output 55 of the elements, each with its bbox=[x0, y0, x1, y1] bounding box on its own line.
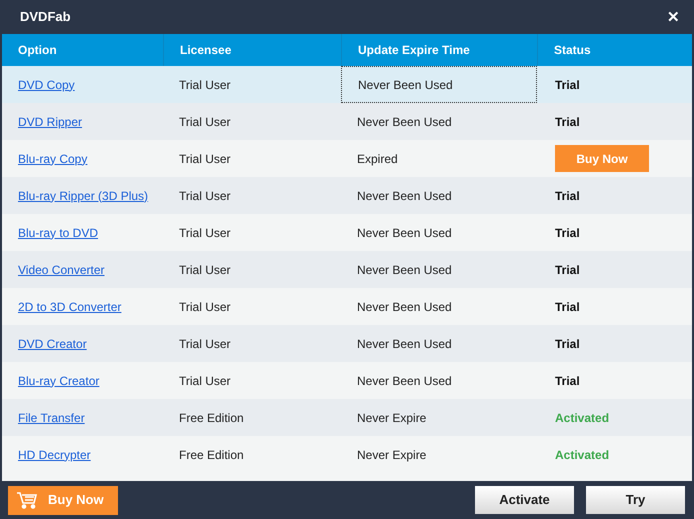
status-text: Trial bbox=[555, 224, 580, 242]
close-button[interactable]: ✕ bbox=[667, 10, 680, 24]
table-cell-text: Never Expire bbox=[356, 410, 428, 426]
status-text: Trial bbox=[555, 262, 580, 278]
table-cell-text: Never Expire bbox=[356, 446, 428, 464]
table-cell-text: Trial User bbox=[178, 188, 232, 204]
button-label: Buy Now bbox=[48, 491, 104, 510]
product-link[interactable]: Blu-ray Ripper (3D Plus) bbox=[18, 186, 148, 204]
product-link[interactable]: 2D to 3D Converter bbox=[18, 298, 122, 316]
product-link[interactable]: HD Decrypter bbox=[18, 446, 91, 464]
activate-button[interactable]: Activate bbox=[475, 486, 574, 514]
status-text: Trial bbox=[555, 114, 580, 130]
table-cell-text: Trial User bbox=[178, 262, 232, 278]
table-cell-text: Trial User bbox=[178, 150, 232, 168]
table-cell-text: Trial User bbox=[178, 372, 232, 390]
table-row[interactable]: DVD Copy Trial User Never Been Used Trial bbox=[2, 66, 692, 103]
status-text: Trial bbox=[555, 372, 580, 390]
table-cell-text: Never Been Used bbox=[356, 298, 453, 316]
product-link[interactable]: DVD Creator bbox=[18, 334, 87, 352]
status-text: Activated bbox=[555, 410, 610, 426]
table-row[interactable]: Blu-ray Ripper (3D Plus) Trial User Never Been Used Trial bbox=[2, 177, 692, 214]
window-title: DVDFab bbox=[20, 8, 71, 26]
table-cell-text: Trial User bbox=[178, 76, 232, 94]
product-link[interactable]: Blu-ray Creator bbox=[18, 372, 100, 390]
product-link[interactable]: DVD Ripper bbox=[18, 112, 82, 130]
try-button[interactable]: Try bbox=[586, 486, 685, 514]
table-cell-text: Never Been Used bbox=[356, 188, 453, 204]
product-link[interactable]: File Transfer bbox=[18, 408, 85, 426]
table-cell-text: Free Edition bbox=[178, 410, 245, 426]
table-cell-text: Trial User bbox=[178, 298, 232, 316]
table-row[interactable]: Video Converter Trial User Never Been Used Trial bbox=[2, 251, 692, 288]
status-text: Trial bbox=[555, 336, 580, 352]
product-link[interactable]: Video Converter bbox=[18, 260, 104, 278]
product-link[interactable]: DVD Copy bbox=[18, 76, 75, 94]
status-text: Activated bbox=[555, 446, 610, 464]
status-text: Trial bbox=[555, 298, 580, 316]
table-cell-text: Trial User bbox=[178, 336, 232, 352]
table-row[interactable]: DVD Creator Trial User Never Been Used Trial bbox=[2, 325, 692, 362]
table-cell-text: Never Been Used bbox=[356, 224, 453, 242]
table-row[interactable]: File Transfer Free Edition Never Expire Activated bbox=[2, 399, 692, 436]
table-row[interactable]: DVD Ripper Trial User Never Been Used Trial bbox=[2, 103, 692, 140]
product-link[interactable]: Blu-ray to DVD bbox=[18, 224, 98, 242]
status-text: Trial bbox=[555, 76, 580, 94]
table-cell-text: Never Been Used bbox=[356, 262, 453, 278]
table-cell-text: Free Edition bbox=[178, 446, 245, 464]
table-cell-text: Never Been Used bbox=[356, 372, 453, 390]
product-link[interactable]: Blu-ray Copy bbox=[18, 150, 88, 168]
column-header: Option bbox=[17, 42, 58, 59]
cart-icon bbox=[16, 491, 38, 509]
table-cell-text: Never Been Used bbox=[356, 114, 453, 130]
table-cell-text: Never Been Used bbox=[356, 336, 453, 352]
table-cell-text: Trial User bbox=[178, 224, 232, 242]
table-cell-text: Trial User bbox=[178, 114, 232, 130]
table-cell-text: Expired bbox=[356, 150, 399, 168]
status-text: Trial bbox=[555, 188, 580, 204]
